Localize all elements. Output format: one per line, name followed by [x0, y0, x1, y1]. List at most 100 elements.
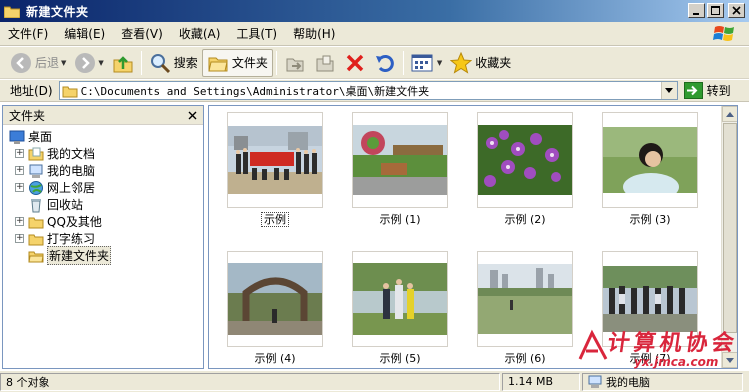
- menu-bar: 文件(F) 编辑(E) 查看(V) 收藏(A) 工具(T) 帮助(H): [0, 22, 749, 46]
- tree-item-label: 桌面: [28, 130, 53, 144]
- photo-thumbnail: [353, 125, 447, 195]
- menu-tools[interactable]: 工具(T): [228, 24, 285, 44]
- favorites-label: 收藏夹: [475, 56, 512, 70]
- file-item[interactable]: 示例 (7): [602, 251, 698, 366]
- recycle-bin-icon: [28, 197, 44, 213]
- back-arrow-icon: [11, 52, 31, 73]
- title-bar[interactable]: 新建文件夹: [0, 0, 749, 22]
- tree-item-my-documents[interactable]: + 我的文档: [15, 145, 203, 162]
- move-to-icon: [286, 58, 304, 71]
- chevron-down-icon: [665, 88, 674, 93]
- menu-favorites[interactable]: 收藏(A): [171, 24, 229, 44]
- search-icon: [150, 53, 170, 73]
- up-button[interactable]: [108, 49, 138, 77]
- tree-item-my-computer[interactable]: + 我的电脑: [15, 162, 203, 179]
- thumbnail-frame: [602, 112, 698, 208]
- maximize-button[interactable]: [707, 3, 724, 18]
- back-button[interactable]: 后退 ▼: [6, 49, 70, 77]
- file-item[interactable]: 示例 (2): [477, 112, 573, 227]
- tree-item-new-folder[interactable]: 新建文件夹: [15, 246, 203, 265]
- search-button[interactable]: 搜索: [145, 49, 202, 77]
- scroll-up-button[interactable]: [722, 106, 737, 122]
- expand-icon[interactable]: +: [15, 166, 24, 175]
- computer-icon: [588, 375, 602, 388]
- menu-help[interactable]: 帮助(H): [285, 24, 343, 44]
- thumbnail-frame: [477, 251, 573, 347]
- scrollbar-thumb[interactable]: [723, 123, 737, 333]
- minimize-icon: [693, 13, 699, 15]
- go-button[interactable]: 转到: [683, 82, 731, 99]
- menu-view[interactable]: 查看(V): [113, 24, 171, 44]
- tree-item-typing[interactable]: + 打字练习: [15, 230, 203, 247]
- file-name: 示例: [227, 211, 323, 227]
- file-name: 示例 (3): [629, 213, 671, 226]
- menu-file[interactable]: 文件(F): [0, 24, 56, 44]
- tree-item-recycle-bin[interactable]: 回收站: [15, 196, 203, 213]
- views-button[interactable]: ▼: [407, 49, 446, 77]
- toolbar: 后退 ▼ ▼ 搜索 文件夹 ▼ 收藏夹: [0, 47, 749, 79]
- desktop-icon: [9, 129, 25, 145]
- chevron-up-icon: [726, 111, 734, 117]
- file-name: 示例 (1): [379, 213, 421, 226]
- scroll-down-button[interactable]: [722, 352, 737, 368]
- chevron-down-icon: [726, 357, 734, 363]
- tree-item-label: 打字练习: [47, 232, 96, 246]
- menu-edit[interactable]: 编辑(E): [56, 24, 113, 44]
- file-item[interactable]: 示例 (1): [352, 112, 448, 227]
- expand-icon[interactable]: +: [15, 149, 24, 158]
- file-item[interactable]: 示例 (4): [227, 251, 323, 366]
- favorites-button[interactable]: 收藏夹: [446, 49, 515, 77]
- folders-icon: [208, 57, 228, 71]
- tree-item-desktop[interactable]: 桌面: [9, 128, 203, 145]
- file-item[interactable]: 示例 (3): [602, 112, 698, 227]
- address-dropdown[interactable]: [660, 82, 677, 99]
- file-item[interactable]: 示例 (5): [352, 251, 448, 366]
- close-button[interactable]: [728, 3, 745, 18]
- expand-icon[interactable]: +: [15, 217, 24, 226]
- move-to-button[interactable]: [280, 49, 310, 77]
- folders-pane-header: 文件夹: [3, 106, 203, 125]
- documents-folder-icon: [28, 147, 44, 161]
- copy-to-icon: [316, 55, 334, 71]
- tree-item-network[interactable]: + 网上邻居: [15, 179, 203, 196]
- folders-label: 文件夹: [231, 56, 268, 70]
- chevron-down-icon: ▼: [98, 58, 104, 67]
- pane-close-button[interactable]: [185, 108, 199, 122]
- folders-pane: 文件夹 桌面 + 我的文档 + 我的电脑 + 网上邻居 回收站 + QQ及其他 …: [2, 105, 204, 369]
- chevron-down-icon: ▼: [436, 58, 443, 67]
- tree-item-label: QQ及其他: [47, 215, 102, 229]
- toolbar-divider: [140, 50, 142, 75]
- minimize-button[interactable]: [688, 3, 705, 18]
- forward-button[interactable]: ▼: [70, 49, 107, 77]
- folders-button[interactable]: 文件夹: [201, 48, 273, 77]
- tree-item-label: 新建文件夹: [47, 246, 112, 265]
- vertical-scrollbar[interactable]: [721, 106, 737, 368]
- views-icon: [411, 54, 433, 71]
- photo-thumbnail: [603, 127, 697, 193]
- file-item[interactable]: 示例 (6): [477, 251, 573, 366]
- open-folder-icon: [28, 249, 44, 263]
- undo-button[interactable]: [370, 49, 400, 77]
- star-icon: [450, 51, 473, 74]
- folder-tree: 桌面 + 我的文档 + 我的电脑 + 网上邻居 回收站 + QQ及其他 + 打字…: [3, 125, 203, 265]
- file-name: 示例 (5): [379, 352, 421, 365]
- forward-arrow-icon: [75, 52, 96, 73]
- expand-icon[interactable]: +: [15, 183, 24, 192]
- search-label: 搜索: [173, 56, 198, 70]
- thumbnail-frame: [477, 112, 573, 208]
- tree-item-qq[interactable]: + QQ及其他: [15, 213, 203, 230]
- folders-pane-title: 文件夹: [9, 108, 46, 123]
- tree-item-label: 我的文档: [47, 147, 96, 161]
- network-globe-icon: [28, 180, 44, 196]
- address-input[interactable]: C:\Documents and Settings\Administrator\…: [58, 81, 678, 100]
- delete-button[interactable]: [340, 49, 370, 77]
- toolbar-divider: [275, 50, 277, 75]
- status-size: 1.14 MB: [502, 372, 580, 391]
- address-bar: 地址(D) C:\Documents and Settings\Administ…: [0, 80, 749, 102]
- window-title: 新建文件夹: [26, 4, 89, 19]
- delete-icon: [346, 54, 364, 71]
- copy-to-button[interactable]: [310, 49, 340, 77]
- file-item[interactable]: 示例: [227, 112, 323, 227]
- expand-icon[interactable]: +: [15, 234, 24, 243]
- tree-item-label: 我的电脑: [47, 164, 96, 178]
